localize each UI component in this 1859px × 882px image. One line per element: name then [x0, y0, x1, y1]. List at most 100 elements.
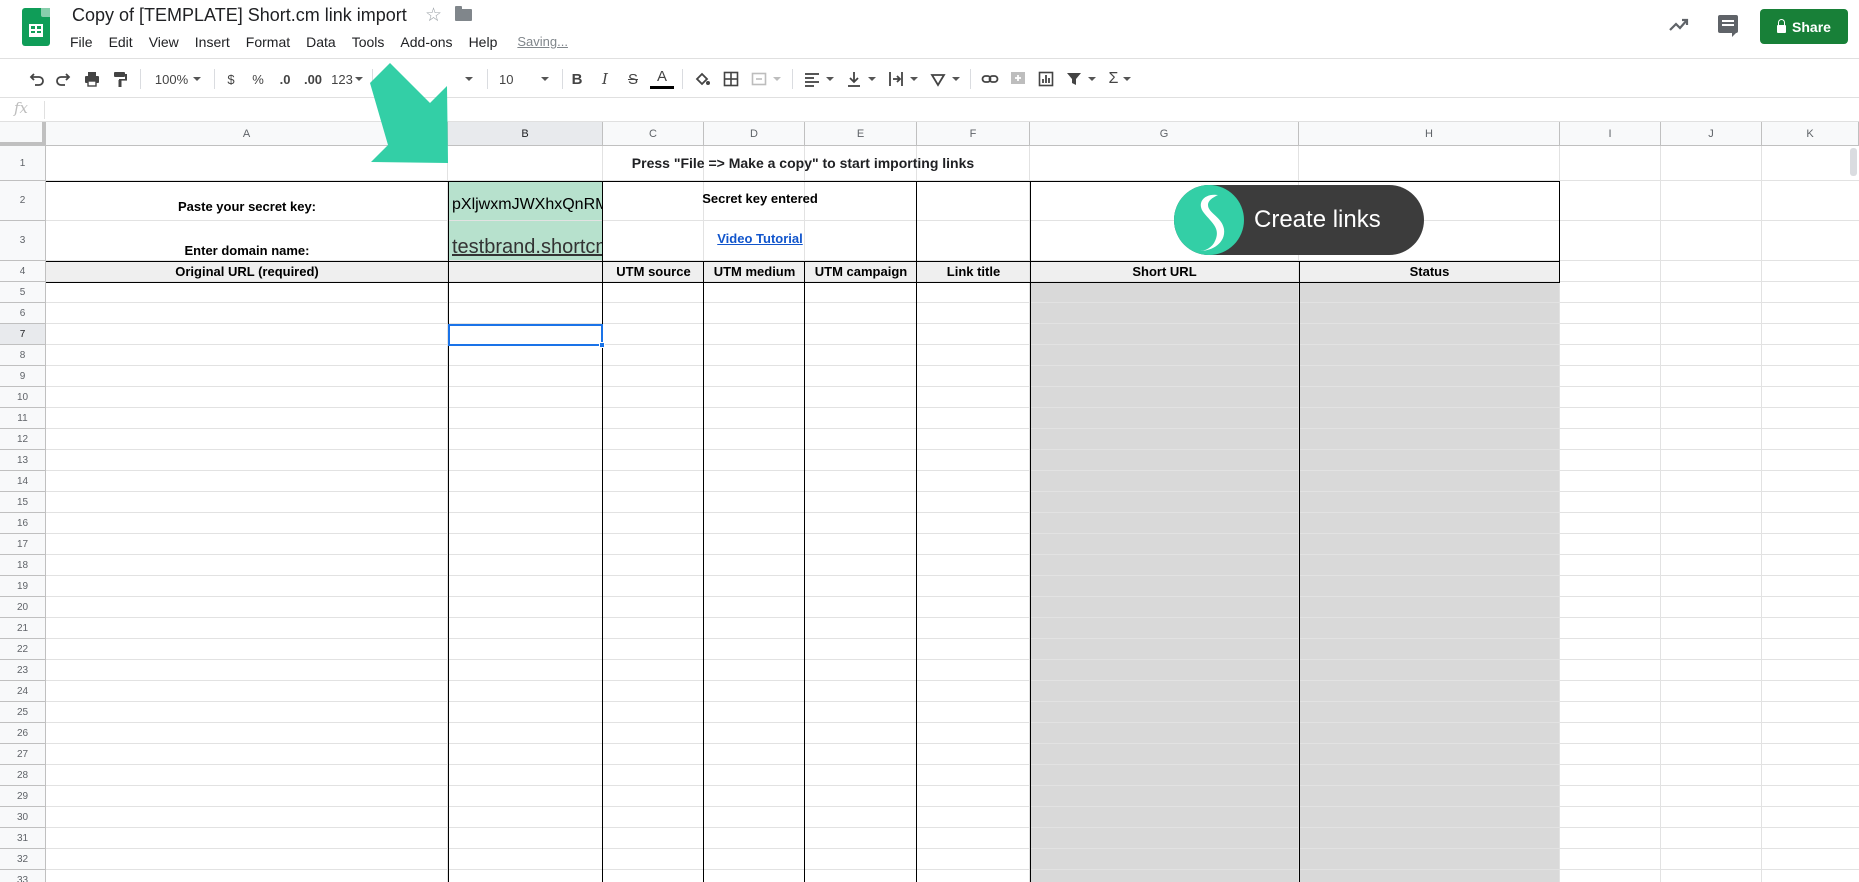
row-header-27[interactable]: 27: [0, 744, 46, 765]
row-header-26[interactable]: 26: [0, 723, 46, 744]
menu-insert[interactable]: Insert: [187, 32, 238, 52]
menu-data[interactable]: Data: [298, 32, 344, 52]
row-header-3[interactable]: 3: [0, 221, 46, 261]
border-line: [703, 261, 704, 882]
strikethrough-button[interactable]: S: [622, 67, 644, 91]
column-header-h[interactable]: H: [1299, 122, 1560, 146]
row-header-23[interactable]: 23: [0, 660, 46, 681]
insert-comment-icon[interactable]: [1006, 67, 1030, 91]
row-header-10[interactable]: 10: [0, 387, 46, 408]
row-header-9[interactable]: 9: [0, 366, 46, 387]
sheets-logo-icon[interactable]: [22, 8, 50, 46]
row-header-13[interactable]: 13: [0, 450, 46, 471]
row-header-24[interactable]: 24: [0, 681, 46, 702]
vertical-align-icon[interactable]: [842, 67, 878, 91]
secret-key-label: Paste your secret key:: [177, 199, 317, 214]
menu-tools[interactable]: Tools: [344, 32, 393, 52]
horizontal-align-icon[interactable]: [800, 67, 836, 91]
insert-link-icon[interactable]: [978, 67, 1002, 91]
text-color-button[interactable]: A: [650, 67, 674, 89]
row-header-31[interactable]: 31: [0, 828, 46, 849]
column-header-k[interactable]: K: [1762, 122, 1859, 146]
column-header-f[interactable]: F: [917, 122, 1030, 146]
menu-file[interactable]: File: [62, 32, 101, 52]
folder-icon[interactable]: [455, 6, 472, 21]
border-line: [804, 261, 805, 882]
gridline-horizontal: [46, 680, 1859, 681]
filter-icon[interactable]: [1062, 67, 1098, 91]
row-header-14[interactable]: 14: [0, 471, 46, 492]
row-header-29[interactable]: 29: [0, 786, 46, 807]
video-tutorial-link[interactable]: Video Tutorial: [717, 231, 802, 246]
print-icon[interactable]: [80, 67, 104, 91]
row-header-7[interactable]: 7: [0, 324, 46, 345]
comment-icon[interactable]: [1718, 15, 1738, 37]
increase-decimal-button[interactable]: .00: [300, 67, 326, 91]
formula-bar[interactable]: fx: [0, 98, 1859, 122]
row-header-19[interactable]: 19: [0, 576, 46, 597]
star-icon[interactable]: ☆: [425, 4, 442, 27]
insert-chart-icon[interactable]: [1034, 67, 1058, 91]
row-header-4[interactable]: 4: [0, 261, 46, 282]
fill-handle[interactable]: [599, 342, 605, 348]
row-header-32[interactable]: 32: [0, 849, 46, 870]
domain-field[interactable]: testbrand.shortcm.li: [452, 236, 602, 259]
row-header-25[interactable]: 25: [0, 702, 46, 723]
row-header-12[interactable]: 12: [0, 429, 46, 450]
document-title[interactable]: Copy of [TEMPLATE] Short.cm link import: [72, 5, 407, 26]
row-header-33[interactable]: 33: [0, 870, 46, 882]
menu-format[interactable]: Format: [238, 32, 298, 52]
column-header-j[interactable]: J: [1661, 122, 1762, 146]
currency-format-button[interactable]: $: [222, 67, 240, 91]
decrease-decimal-button[interactable]: .0: [274, 67, 296, 91]
row-header-6[interactable]: 6: [0, 303, 46, 324]
column-header-c[interactable]: C: [603, 122, 704, 146]
borders-icon[interactable]: [719, 67, 743, 91]
menu-help[interactable]: Help: [461, 32, 506, 52]
menu-edit[interactable]: Edit: [101, 32, 141, 52]
row-header-5[interactable]: 5: [0, 282, 46, 303]
column-header-d[interactable]: D: [704, 122, 805, 146]
vertical-scrollbar[interactable]: [1850, 148, 1857, 176]
fill-color-icon[interactable]: [690, 67, 714, 91]
column-header-i[interactable]: I: [1560, 122, 1661, 146]
redo-icon[interactable]: [52, 67, 76, 91]
row-header-22[interactable]: 22: [0, 639, 46, 660]
paint-format-icon[interactable]: [108, 67, 132, 91]
row-header-21[interactable]: 21: [0, 618, 46, 639]
font-size-select[interactable]: 10: [495, 67, 553, 91]
italic-button[interactable]: I: [594, 67, 616, 91]
row-header-17[interactable]: 17: [0, 534, 46, 555]
secret-key-field[interactable]: pXljwxmJWXhxQnRM: [452, 196, 602, 214]
share-button[interactable]: Share: [1760, 9, 1848, 44]
undo-icon[interactable]: [24, 67, 48, 91]
row-header-30[interactable]: 30: [0, 807, 46, 828]
column-header-e[interactable]: E: [805, 122, 917, 146]
merge-cells-icon[interactable]: [748, 67, 782, 91]
selected-cell-b7[interactable]: [448, 324, 603, 346]
activity-trend-icon[interactable]: [1668, 14, 1690, 36]
text-rotation-icon[interactable]: [926, 67, 962, 91]
row-header-8[interactable]: 8: [0, 345, 46, 366]
column-header-b[interactable]: B: [448, 122, 603, 146]
row-header-1[interactable]: 1: [0, 146, 46, 181]
row-header-20[interactable]: 20: [0, 597, 46, 618]
gridline-vertical: [1761, 146, 1762, 882]
row-header-11[interactable]: 11: [0, 408, 46, 429]
functions-icon[interactable]: Σ: [1104, 67, 1136, 91]
row-header-28[interactable]: 28: [0, 765, 46, 786]
menu-add-ons[interactable]: Add-ons: [392, 32, 460, 52]
row-header-2[interactable]: 2: [0, 181, 46, 221]
zoom-select[interactable]: 100%: [150, 67, 206, 91]
row-header-16[interactable]: 16: [0, 513, 46, 534]
saving-status[interactable]: Saving...: [517, 32, 568, 52]
column-header-g[interactable]: G: [1030, 122, 1299, 146]
text-wrapping-icon[interactable]: [884, 67, 920, 91]
row-header-15[interactable]: 15: [0, 492, 46, 513]
shortcm-logo-icon[interactable]: [1174, 185, 1244, 255]
menu-view[interactable]: View: [141, 32, 187, 52]
percent-format-button[interactable]: %: [249, 67, 267, 91]
bold-button[interactable]: B: [566, 67, 588, 91]
select-all-corner[interactable]: [0, 122, 46, 146]
row-header-18[interactable]: 18: [0, 555, 46, 576]
